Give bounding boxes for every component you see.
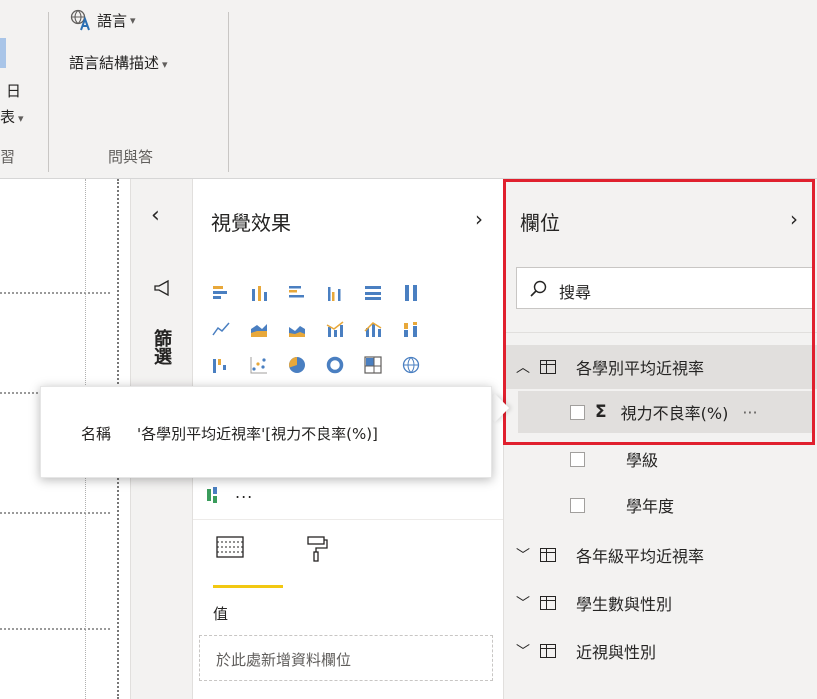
ribbon-separator [228,12,229,172]
linguistic-schema-button[interactable]: 語言結構描述 ▾ [69,52,168,73]
values-drop-zone[interactable]: 於此處新增資料欄位 [199,635,493,681]
100-stacked-column-chart-icon[interactable] [401,283,421,303]
partial-table-button[interactable]: 表 ▾ [0,106,24,127]
visualizations-title: 視覺效果 [211,211,291,235]
partial-day-label: 日 [6,82,22,100]
100-stacked-bar-chart-icon[interactable] [363,283,383,303]
table-icon [540,596,556,610]
ribbon-separator [48,12,49,172]
fields-build-tab[interactable] [213,535,247,565]
partial-group-label: 習 [0,148,16,166]
chevron-down-icon: ﹀ [516,596,530,612]
line-and-clustered-column-chart-icon[interactable] [363,319,383,339]
donut-chart-icon[interactable] [325,355,345,375]
partial-table-label: 表 [0,108,16,126]
chevron-down-icon: ﹀ [516,644,530,660]
ribbon: 日 表 ▾ 習 語言 ▾ 語言結構描述 ▾ 問與答 [0,0,817,179]
filter-icon [153,279,171,301]
waterfall-chart-icon[interactable] [211,355,231,375]
more-options-button[interactable]: ··· [742,403,757,422]
table-row[interactable]: ︿ 各學別平均近視率 [504,345,817,389]
active-tab-underline [213,585,283,588]
qa-group-label: 問與答 [108,148,154,166]
chevron-down-icon: ▾ [162,58,168,71]
map-icon[interactable] [401,355,421,375]
search-icon [530,280,547,297]
format-tab[interactable] [305,535,329,567]
scatter-chart-icon[interactable] [249,355,269,375]
table-row[interactable]: ﹀ 各年級平均近視率 [504,533,817,577]
language-label: 語言 [97,11,128,30]
table-row[interactable]: ﹀ 學生數與性別 [504,581,817,625]
search-input[interactable]: 搜尋 [559,279,591,303]
table-name: 各學別平均近視率 [576,359,705,378]
table-name: 學生數與性別 [576,595,673,614]
chevron-down-icon: ▾ [18,112,24,125]
language-icon [70,9,90,31]
fields-expand-chevron-right-icon[interactable]: › [790,207,798,231]
chevron-down-icon: ▾ [130,13,136,27]
collapse-chevron-left-icon[interactable]: ‹ [151,203,160,228]
field-name: 視力不良率(%) [620,404,729,423]
field-checkbox[interactable] [570,404,585,420]
divider [504,332,817,333]
field-name: 學年度 [626,497,675,516]
divider [193,519,503,520]
ribbon-chart-icon[interactable] [401,319,421,339]
table-icon [540,644,556,658]
more-visuals-button[interactable]: ... [235,483,253,502]
canvas-gridline [0,628,110,630]
partial-calendar-icon [0,38,6,68]
sigma-icon: Σ [595,402,607,422]
language-button[interactable]: 語言 ▾ [69,9,136,31]
stacked-bar-chart-icon[interactable] [211,283,231,303]
linguistic-schema-label: 語言結構描述 [69,54,160,72]
field-checkbox[interactable] [570,451,585,467]
line-chart-icon[interactable] [211,319,231,339]
chevron-up-icon: ︿ [516,360,530,376]
fields-search-box[interactable]: 搜尋 [516,267,814,309]
field-checkbox[interactable] [570,497,585,513]
stacked-area-chart-icon[interactable] [287,319,307,339]
table-name: 近視與性別 [576,643,657,662]
field-row-hovered[interactable]: Σ 視力不良率(%) ··· [518,391,814,433]
area-chart-icon[interactable] [249,319,269,339]
fields-pane: 欄位 › 搜尋 ︿ 各學別平均近視率 Σ 視力不良率(%) ··· 學級 學年度… [503,179,817,699]
canvas-gridline [0,512,110,514]
expand-chevron-right-icon[interactable]: › [475,207,483,231]
decomposition-tree-icon[interactable] [205,485,225,505]
chevron-down-icon: ﹀ [516,548,530,564]
clustered-bar-chart-icon[interactable] [287,283,307,303]
table-name: 各年級平均近視率 [576,547,705,566]
values-well-label: 值 [213,605,229,623]
filters-label[interactable]: 篩選 [151,329,172,365]
drop-zone-placeholder: 於此處新增資料欄位 [216,651,352,669]
field-row[interactable]: 學年度 [504,483,817,527]
treemap-icon[interactable] [363,355,383,375]
canvas-gridline [0,292,110,294]
paint-roller-icon [307,536,328,562]
tooltip-label: 名稱 [81,425,112,443]
fields-title: 欄位 [520,211,560,235]
table-row[interactable]: ﹀ 近視與性別 [504,629,817,673]
stacked-column-chart-icon[interactable] [249,283,269,303]
line-and-stacked-column-chart-icon[interactable] [325,319,345,339]
field-tooltip: 名稱 '各學別平均近視率'[視力不良率(%)] [40,386,492,478]
field-row[interactable]: 學級 [504,437,817,481]
pie-chart-icon[interactable] [287,355,307,375]
field-name: 學級 [626,451,659,470]
clustered-column-chart-icon[interactable] [325,283,345,303]
table-icon [540,360,556,374]
table-icon [540,548,556,562]
tooltip-value: '各學別平均近視率'[視力不良率(%)] [137,425,378,443]
fields-well-icon [216,536,244,558]
